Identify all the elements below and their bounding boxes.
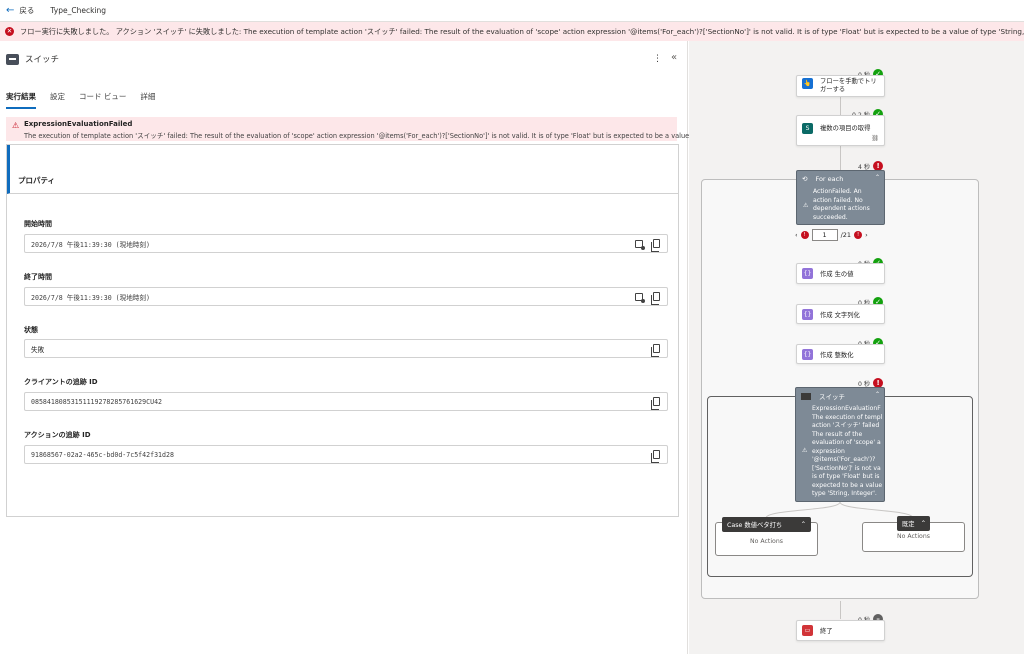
status-label: 状態 — [24, 326, 38, 334]
panel-error-message: ⚠ ExpressionEvaluationFailed The executi… — [6, 117, 770, 141]
error-icon: ✕ — [5, 27, 14, 36]
tab-code-view[interactable]: コード ビュー — [79, 91, 126, 109]
copy-icon[interactable] — [651, 450, 660, 463]
action-tracking-id-value: 91868567-02a2-465c-bd0d-7c5f42f31d28 — [31, 450, 174, 459]
action-tracking-id-field: 91868567-02a2-465c-bd0d-7c5f42f31d28 — [24, 445, 668, 464]
chevron-up-icon[interactable]: ⌃ — [801, 521, 806, 528]
panel-header: スイッチ — [6, 53, 59, 65]
status-field: 失敗 — [24, 339, 668, 358]
flow-canvas[interactable]: 0 秒 ✓ 👆 フローを手動でトリ ガーする 0.2 秒 ✓ S 複数の項目の取… — [689, 41, 1024, 654]
default-label: 既定 — [902, 521, 915, 528]
properties-header: プロパティ — [7, 145, 678, 194]
action-details-panel: スイッチ ⋮ « 実行結果 設定 コード ビュー 詳細 ⚠ Expression… — [0, 41, 770, 654]
client-tracking-id-label: クライアントの追跡 ID — [24, 378, 98, 386]
terminate-icon: ▭ — [802, 625, 813, 636]
panel-tabs: 実行結果 設定 コード ビュー 詳細 — [6, 91, 155, 109]
tab-settings[interactable]: 設定 — [50, 91, 65, 109]
start-time-field: 2026/7/8 午後11:39:30 (現地時刻) — [24, 234, 668, 253]
collapse-panel-icon[interactable]: « — [671, 52, 677, 63]
error-title: ExpressionEvaluationFailed — [24, 120, 133, 128]
end-time-value: 2026/7/8 午後11:39:30 (現地時刻) — [31, 293, 150, 302]
case-label: Case 数値ベタ打ち — [727, 522, 783, 529]
calendar-icon[interactable] — [635, 293, 645, 303]
case-empty-text: No Actions — [750, 538, 783, 545]
start-time-label: 開始時間 — [24, 220, 52, 228]
end-time-label: 終了時間 — [24, 273, 52, 281]
back-label: 戻る — [19, 6, 35, 15]
copy-icon[interactable] — [651, 292, 660, 305]
more-options-icon[interactable]: ⋮ — [653, 54, 662, 64]
default-empty-text: No Actions — [897, 533, 930, 540]
copy-icon[interactable] — [651, 344, 660, 357]
start-time-value: 2026/7/8 午後11:39:30 (現地時刻) — [31, 240, 150, 249]
switch-icon — [6, 53, 19, 65]
default-header[interactable]: 既定 ⌃ — [897, 516, 930, 531]
properties-label: プロパティ — [18, 176, 56, 185]
end-time-field: 2026/7/8 午後11:39:30 (現地時刻) — [24, 287, 668, 306]
case-header[interactable]: Case 数値ベタ打ち ⌃ — [722, 517, 811, 532]
properties-section: プロパティ 開始時間 2026/7/8 午後11:39:30 (現地時刻) 終了… — [6, 144, 679, 517]
end-node[interactable]: ▭ 終了 — [796, 620, 885, 641]
chevron-up-icon[interactable]: ⌃ — [921, 520, 926, 527]
calendar-icon[interactable] — [635, 240, 645, 250]
tab-details[interactable]: 詳細 — [140, 91, 155, 109]
status-value: 失敗 — [31, 345, 45, 354]
back-button[interactable]: ← 戻る — [6, 5, 34, 16]
panel-title: スイッチ — [25, 55, 60, 65]
copy-icon[interactable] — [651, 397, 660, 410]
error-banner-message: フロー実行に失敗しました。 アクション 'スイッチ' に失敗しました: The … — [20, 26, 1024, 36]
client-tracking-id-field: 08584180853151119278285761629CU42 — [24, 392, 668, 411]
branch-connectors — [765, 501, 914, 519]
error-banner: ✕ フロー実行に失敗しました。 アクション 'スイッチ' に失敗しました: Th… — [0, 22, 1024, 41]
end-label: 終了 — [820, 628, 833, 635]
flow-name: Type_Checking — [50, 6, 107, 15]
action-tracking-id-label: アクションの追跡 ID — [24, 431, 91, 439]
top-bar: ← 戻る Type_Checking — [0, 0, 1024, 22]
error-detail: The execution of template action 'スイッチ' … — [24, 132, 770, 140]
tab-run-result[interactable]: 実行結果 — [6, 91, 36, 109]
warning-icon: ⚠ — [12, 121, 20, 130]
client-tracking-id-value: 08584180853151119278285761629CU42 — [31, 397, 163, 406]
copy-icon[interactable] — [651, 239, 660, 252]
back-arrow-icon: ← — [6, 5, 15, 16]
